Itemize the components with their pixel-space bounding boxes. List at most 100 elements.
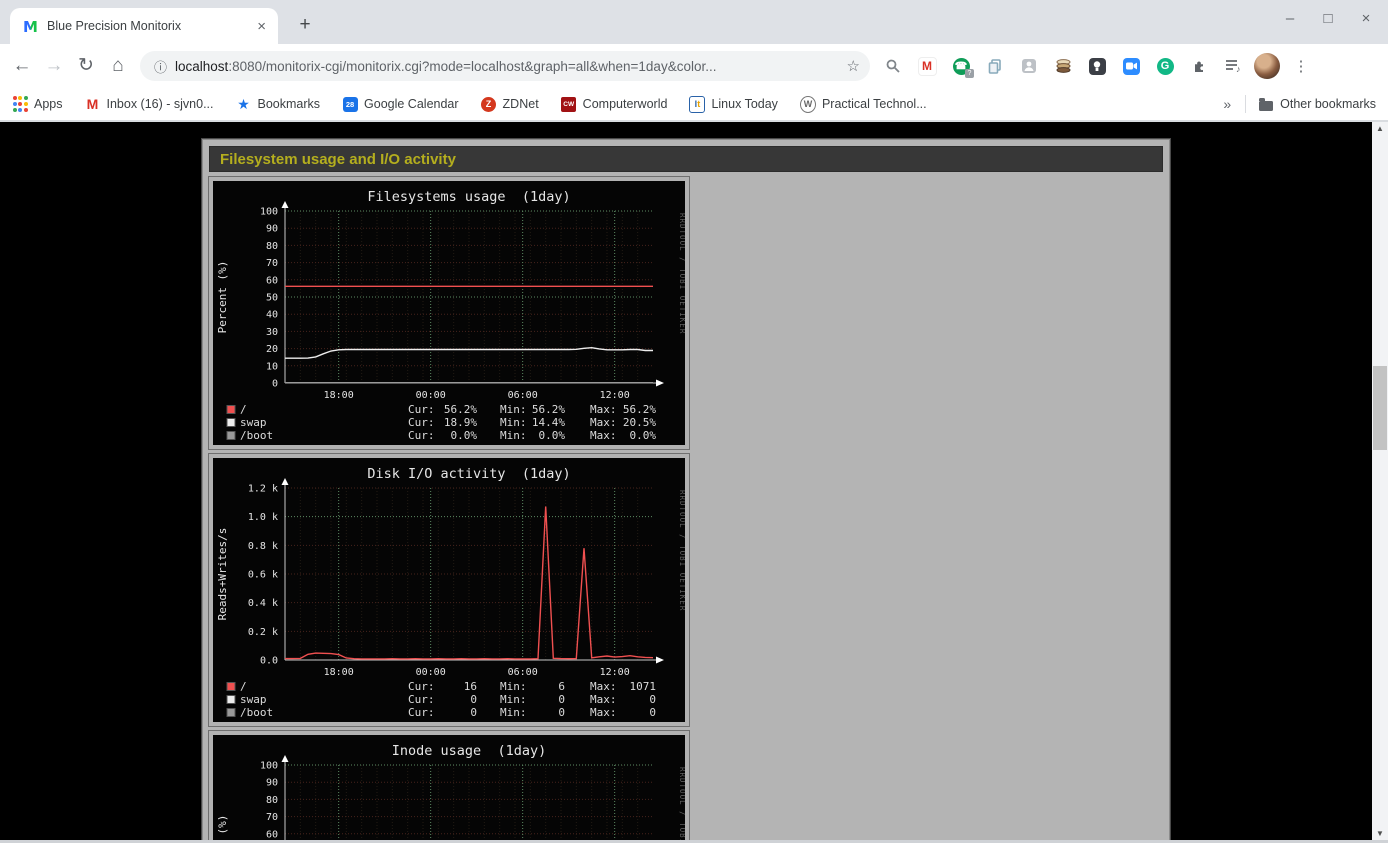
section-header: Filesystem usage and I/O activity	[209, 146, 1163, 172]
svg-text:Inode usage (1day): Inode usage (1day)	[392, 743, 546, 759]
svg-text:60: 60	[266, 275, 278, 286]
search-icon[interactable]	[876, 51, 910, 81]
bookmark-label: ZDNet	[503, 97, 539, 111]
svg-text:0.0%: 0.0%	[539, 429, 566, 442]
bookmark-label: Bookmarks	[258, 97, 321, 111]
disk-io-activity-graph[interactable]: 0.00.2 k0.4 k0.6 k0.8 k1.0 k1.2 k18:0000…	[213, 458, 685, 722]
svg-text:10: 10	[266, 361, 278, 372]
bookmark-apps[interactable]: Apps	[12, 96, 63, 112]
tab-close-icon[interactable]: ×	[253, 18, 270, 35]
extensions-puzzle-icon[interactable]	[1182, 51, 1216, 81]
url-text: localhost:8080/monitorix-cgi/monitorix.c…	[175, 59, 839, 74]
other-bookmarks-label: Other bookmarks	[1280, 97, 1376, 111]
svg-text:6: 6	[558, 680, 565, 693]
svg-text:90: 90	[266, 224, 278, 235]
stack-icon[interactable]	[1046, 51, 1080, 81]
lamp-icon[interactable]	[1080, 51, 1114, 81]
forward-button[interactable]: →	[38, 50, 70, 82]
svg-text:20.5%: 20.5%	[623, 416, 656, 429]
svg-text:0: 0	[649, 706, 656, 719]
svg-text:06:00: 06:00	[508, 667, 538, 678]
svg-text:100: 100	[260, 761, 278, 772]
scroll-down-arrow[interactable]: ▼	[1372, 827, 1388, 841]
home-button[interactable]: ⌂	[102, 50, 134, 82]
svg-text:20: 20	[266, 344, 278, 355]
address-bar[interactable]: ⓘ localhost:8080/monitorix-cgi/monitorix…	[140, 51, 870, 81]
bookmarks-overflow-chevron[interactable]: »	[1223, 96, 1231, 112]
bookmark-label: Practical Technol...	[822, 97, 927, 111]
other-bookmarks[interactable]: Other bookmarks	[1258, 96, 1376, 112]
browser-toolbar: ← → ↻ ⌂ ⓘ localhost:8080/monitorix-cgi/m…	[0, 44, 1388, 88]
svg-text:/: /	[240, 403, 247, 416]
svg-text:Min:: Min:	[500, 693, 527, 706]
svg-text:60: 60	[266, 829, 278, 840]
filesystems-usage-graph[interactable]: 010203040506070809010018:0000:0006:0012:…	[213, 181, 685, 445]
bookmark-computerworld[interactable]: CW Computerworld	[561, 96, 668, 112]
grammarly-icon[interactable]: G	[1148, 51, 1182, 81]
bookmark-label: Google Calendar	[364, 97, 459, 111]
media-queue-icon[interactable]: ♪	[1216, 51, 1250, 81]
tab-title: Blue Precision Monitorix	[47, 19, 253, 33]
svg-text:16: 16	[464, 680, 477, 693]
svg-text:0: 0	[272, 379, 278, 390]
scroll-up-arrow[interactable]: ▲	[1372, 122, 1388, 136]
window-close-button[interactable]: ×	[1358, 10, 1374, 27]
bookmark-star-icon[interactable]: ☆	[847, 57, 860, 75]
zdnet-icon: Z	[481, 96, 497, 112]
svg-text:Percent (%): Percent (%)	[216, 261, 229, 334]
reload-button[interactable]: ↻	[70, 50, 102, 82]
window-minimize-button[interactable]: –	[1282, 10, 1298, 27]
bookmark-inbox[interactable]: M Inbox (16) - sjvn0...	[85, 96, 214, 112]
menu-dots-icon[interactable]: ⋮	[1284, 51, 1318, 81]
new-tab-button[interactable]: +	[292, 12, 318, 38]
copy-icon[interactable]	[978, 51, 1012, 81]
bookmark-label: Linux Today	[711, 97, 778, 111]
svg-text:40: 40	[266, 310, 278, 321]
bookmark-google-calendar[interactable]: 28 Google Calendar	[342, 96, 459, 112]
browser-tab[interactable]: M Blue Precision Monitorix ×	[10, 8, 278, 44]
bookmark-practical-technology[interactable]: W Practical Technol...	[800, 96, 927, 112]
svg-text:18.9%: 18.9%	[444, 416, 477, 429]
svg-text:56.2%: 56.2%	[532, 403, 565, 416]
bookmark-label: Inbox (16) - sjvn0...	[107, 97, 214, 111]
back-button[interactable]: ←	[6, 50, 38, 82]
bookmark-linux-today[interactable]: lt Linux Today	[689, 96, 778, 112]
svg-text:Cur:: Cur:	[408, 403, 435, 416]
svg-text:0.8 k: 0.8 k	[248, 541, 278, 552]
svg-text:Max:: Max:	[590, 693, 617, 706]
star-icon: ★	[236, 96, 252, 112]
gmail-icon[interactable]: M	[910, 51, 944, 81]
svg-text:14.4%: 14.4%	[532, 416, 565, 429]
graph-panel-filesystems-usage: 010203040506070809010018:0000:0006:0012:…	[209, 177, 689, 449]
gmail-m-icon: M	[85, 96, 101, 112]
svg-text:56.2%: 56.2%	[623, 403, 656, 416]
svg-text:1071: 1071	[630, 680, 657, 693]
page-info-icon[interactable]: ⓘ	[154, 57, 167, 76]
svg-text:Disk I/O activity (1day): Disk I/O activity (1day)	[367, 466, 570, 482]
svg-text:RRDTOOL / TOBI OETIKER: RRDTOOL / TOBI OETIKER	[678, 213, 685, 334]
svg-text:0: 0	[558, 706, 565, 719]
person-frame-icon[interactable]	[1012, 51, 1046, 81]
svg-text:100: 100	[260, 207, 278, 218]
inode-usage-graph[interactable]: 010203040506070809010018:0000:0006:0012:…	[213, 735, 685, 843]
avatar[interactable]	[1250, 51, 1284, 81]
svg-text:0.2 k: 0.2 k	[248, 627, 278, 638]
bookmark-bookmarks[interactable]: ★ Bookmarks	[236, 96, 321, 112]
svg-text:Min:: Min:	[500, 429, 527, 442]
video-camera-icon[interactable]	[1114, 51, 1148, 81]
svg-text:Min:: Min:	[500, 416, 527, 429]
linux-today-icon: lt	[689, 96, 705, 112]
svg-text:1.2 k: 1.2 k	[248, 484, 278, 495]
scrollbar-thumb[interactable]	[1373, 366, 1387, 450]
svg-text:90: 90	[266, 778, 278, 789]
svg-text:Percent (%): Percent (%)	[216, 815, 229, 843]
window-maximize-button[interactable]: □	[1320, 10, 1336, 27]
vertical-scrollbar[interactable]: ▲ ▼	[1372, 122, 1388, 843]
bookmark-zdnet[interactable]: Z ZDNet	[481, 96, 539, 112]
svg-text:12:00: 12:00	[600, 390, 630, 401]
svg-text:Filesystems usage (1day): Filesystems usage (1day)	[367, 189, 570, 205]
section-title: Filesystem usage and I/O activity	[220, 151, 456, 168]
google-voice-icon[interactable]: ☎?	[944, 51, 978, 81]
svg-text:0.6 k: 0.6 k	[248, 570, 278, 581]
svg-text:RRDTOOL / TOBI OETIKER: RRDTOOL / TOBI OETIKER	[678, 767, 685, 843]
